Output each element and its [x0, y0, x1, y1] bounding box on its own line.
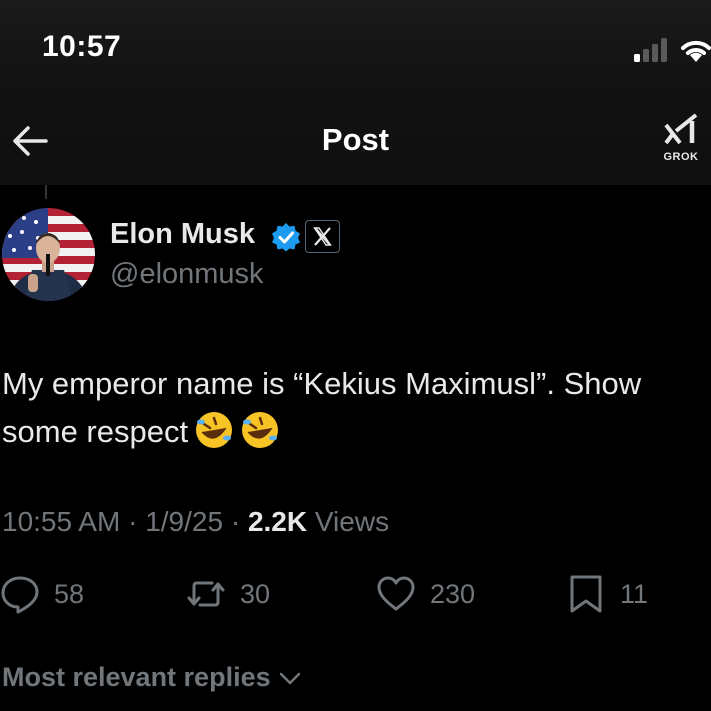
- rolling-laughing-emoji-icon: [196, 412, 233, 448]
- heart-icon: [377, 576, 415, 611]
- reply-count: 58: [54, 578, 85, 609]
- like-button[interactable]: 230: [376, 572, 475, 616]
- separator: ·: [223, 506, 248, 537]
- page-title: Post: [321, 122, 390, 157]
- cellular-signal-icon: [634, 38, 667, 62]
- repost-icon: [187, 581, 225, 607]
- repost-button[interactable]: 30: [186, 572, 270, 616]
- post-text-segment: some respect: [2, 414, 189, 449]
- grok-button[interactable]: GROK: [655, 113, 709, 167]
- post-header: Post GROK: [0, 95, 711, 185]
- like-count: 230: [430, 578, 476, 609]
- post-text-line: My emperor name is “Kekius Maximusl”. Sh…: [2, 366, 642, 401]
- reply-icon: [1, 576, 39, 614]
- grok-logo-icon: [664, 113, 698, 145]
- affiliate-badge[interactable]: [305, 220, 340, 253]
- post-metadata: 10:55 AM · 1/9/25 · 2.2K Views: [2, 506, 389, 538]
- post-text-line: some respect: [2, 408, 711, 456]
- replies-sort-label: Most relevant replies: [2, 662, 271, 692]
- reply-button[interactable]: 58: [0, 572, 84, 616]
- replies-sort-dropdown[interactable]: Most relevant replies: [2, 662, 303, 693]
- post-time[interactable]: 10:55 AM: [2, 506, 120, 537]
- verified-badge-icon: [272, 223, 300, 252]
- post-date[interactable]: 1/9/25: [145, 506, 223, 537]
- status-bar: 10:57: [0, 0, 711, 95]
- grok-label: GROK: [663, 151, 699, 163]
- rolling-laughing-emoji-icon: [242, 412, 279, 448]
- separator: ·: [120, 506, 146, 537]
- views-label: Views: [314, 506, 390, 537]
- author-handle[interactable]: @elonmusk: [110, 258, 264, 291]
- wifi-icon: [681, 40, 711, 62]
- repost-count: 30: [240, 578, 271, 609]
- status-time: 10:57: [42, 30, 122, 63]
- views-count: 2.2K: [247, 506, 308, 537]
- x-logo-icon: [313, 227, 332, 246]
- bookmark-icon: [570, 575, 602, 613]
- thread-connector: [45, 185, 47, 199]
- avatar[interactable]: [2, 208, 95, 301]
- bookmark-button[interactable]: 11: [566, 572, 648, 616]
- post-text: My emperor name is “Kekius Maximusl”. Sh…: [2, 360, 711, 460]
- bookmark-count: 11: [620, 578, 649, 609]
- chevron-down-icon: [279, 672, 300, 684]
- author-name[interactable]: Elon Musk: [110, 218, 255, 251]
